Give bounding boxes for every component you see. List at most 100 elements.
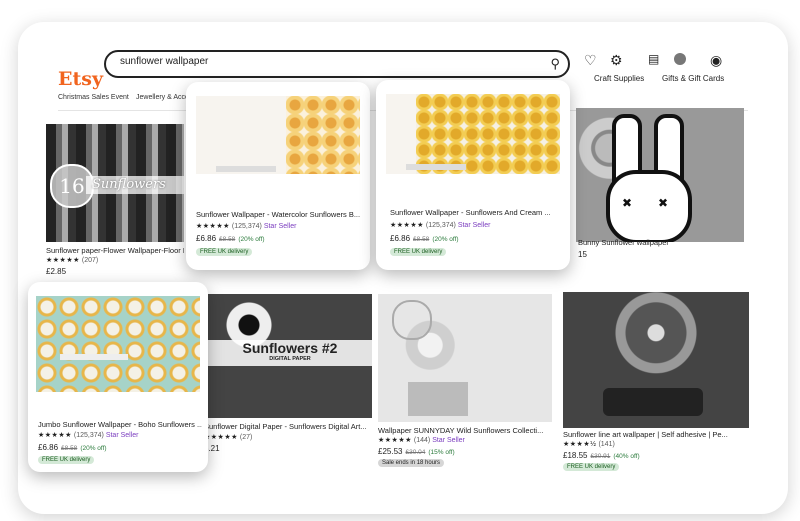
- price-original: £8.58: [61, 445, 78, 452]
- review-count: (125,374): [73, 432, 104, 439]
- category-christmas-sales[interactable]: Christmas Sales Event: [58, 94, 129, 101]
- review-count: (125,374): [231, 223, 262, 230]
- product-title[interactable]: Jumbo Sunflower Wallpaper - Boho Sunflow…: [38, 420, 202, 429]
- product-overlay: Sunflowers #2 DIGITAL PAPER: [208, 340, 372, 366]
- product-rating: ★★★★½ (141): [563, 440, 615, 448]
- shelf: [60, 354, 128, 360]
- sale-badge: Sale ends in 18 hours: [378, 459, 445, 467]
- free-delivery-badge: FREE UK delivery: [38, 456, 95, 464]
- product-rating: ★★★★★ (125,374) Star Seller: [390, 221, 491, 229]
- product-title[interactable]: Sunflower Digital Paper - Sunflowers Dig…: [204, 422, 372, 431]
- product-image[interactable]: 16 Sunflowers: [46, 124, 184, 242]
- floor: [386, 174, 560, 202]
- free-delivery-badge: FREE UK delivery: [390, 248, 447, 256]
- product-title[interactable]: Sunflower paper-Flower Wallpaper-Floor P…: [46, 246, 184, 255]
- bunny-eye: ✖: [622, 196, 633, 210]
- review-count: (144): [413, 437, 431, 444]
- product-title[interactable]: Sunflower Wallpaper - Sunflowers And Cre…: [390, 208, 560, 217]
- product-image[interactable]: [36, 296, 200, 416]
- price-original: £8.58: [219, 236, 236, 243]
- shelf: [406, 164, 466, 170]
- bunny-eye: ✖: [658, 196, 669, 210]
- free-delivery-badge: FREE UK delivery: [563, 463, 620, 471]
- price-current: £6.86: [196, 234, 217, 243]
- product-image[interactable]: Sunflowers #2 DIGITAL PAPER: [208, 294, 372, 418]
- search-input[interactable]: sunflower wallpaper ⚲: [104, 50, 570, 78]
- product-card-watercolor[interactable]: Sunflower Wallpaper - Watercolor Sunflow…: [186, 82, 370, 270]
- star-seller-label: Star Seller: [432, 437, 465, 444]
- product-image[interactable]: ✖ ✖: [576, 108, 744, 242]
- product-image[interactable]: [378, 294, 552, 422]
- wall-mirror: [392, 300, 432, 340]
- star-seller-label: Star Seller: [263, 223, 297, 230]
- room-furniture: [408, 382, 468, 416]
- product-price: £2.85: [46, 267, 67, 276]
- product-overlay-text: Sunflowers #2: [242, 340, 338, 356]
- cart-icon[interactable]: ◉: [710, 52, 722, 69]
- search-icon[interactable]: ⚲: [550, 56, 560, 72]
- rating-stars: ★★★★★: [38, 432, 72, 439]
- review-count: (207): [81, 257, 99, 264]
- price-discount: (20% off): [238, 236, 265, 243]
- product-rating: ★★★★★ (207): [46, 256, 98, 264]
- price-current: £25.53: [378, 447, 403, 456]
- price-current: £6.86: [390, 234, 411, 243]
- wallpaper-pattern: [36, 296, 200, 392]
- category-jewellery[interactable]: Jewellery & Acce: [136, 94, 189, 101]
- bunny-face: ✖ ✖: [606, 170, 692, 242]
- avatar[interactable]: [674, 53, 686, 65]
- product-overlay-text: Sunflowers: [86, 176, 184, 194]
- room-sofa: [603, 388, 703, 416]
- rating-stars: ★★★★½: [563, 441, 597, 448]
- shelf: [216, 166, 276, 172]
- floor: [36, 392, 200, 416]
- price-current: £6.86: [38, 443, 59, 452]
- price-discount: (20% off): [432, 236, 459, 243]
- product-price: £6.86 £8.58 (20% off): [196, 234, 265, 243]
- product-title[interactable]: Wallpaper SUNNYDAY Wild Sunflowers Colle…: [378, 426, 552, 435]
- star-seller-label: Star Seller: [105, 432, 139, 439]
- etsy-logo[interactable]: Etsy: [58, 68, 103, 90]
- product-image[interactable]: [196, 96, 360, 204]
- price-original: £30.04: [405, 449, 426, 456]
- product-rating: ★★★★★ (125,374) Star Seller: [38, 431, 139, 439]
- product-card-cream[interactable]: Sunflower Wallpaper - Sunflowers And Cre…: [376, 80, 570, 270]
- bell-icon[interactable]: ⚙: [610, 52, 623, 69]
- search-value: sunflower wallpaper: [120, 56, 209, 67]
- product-title[interactable]: Sunflower Wallpaper - Watercolor Sunflow…: [196, 210, 360, 219]
- star-seller-label: Star Seller: [457, 222, 491, 229]
- rating-stars: ★★★★★: [390, 222, 424, 229]
- rating-stars: ★★★★★: [196, 223, 230, 230]
- product-image[interactable]: [563, 292, 749, 428]
- nav-gifts[interactable]: Gifts & Gift Cards: [662, 74, 724, 83]
- price-discount: (15% off): [428, 449, 455, 456]
- price-original: £8.58: [413, 236, 430, 243]
- review-count: (141): [598, 441, 615, 448]
- price-current: £18.55: [563, 451, 588, 460]
- product-price: £6.86 £8.58 (20% off): [38, 443, 107, 452]
- product-price: 15: [578, 250, 587, 259]
- rating-stars: ★★★★★: [378, 437, 412, 444]
- product-rating: ★★★★★ (27): [204, 433, 252, 441]
- product-title[interactable]: Bunny Sunflower wallpaper: [578, 238, 738, 247]
- rating-stars: ★★★★★: [46, 257, 80, 264]
- product-card-jumbo[interactable]: Jumbo Sunflower Wallpaper - Boho Sunflow…: [28, 282, 208, 472]
- heart-icon[interactable]: ♡: [584, 52, 597, 69]
- screenshot-stage: Etsy sunflower wallpaper ⚲ ♡ ⚙ ▤ ◉ Craft…: [0, 0, 800, 521]
- rating-stars: ★★★★★: [204, 434, 238, 441]
- product-price: £25.53 £30.04 (15% off): [378, 447, 455, 456]
- product-rating: ★★★★★ (125,374) Star Seller: [196, 222, 297, 230]
- product-rating: ★★★★★ (144) Star Seller: [378, 436, 465, 444]
- product-price: £18.55 £30.91 (40% off): [563, 451, 640, 460]
- gift-icon[interactable]: ▤: [648, 52, 659, 66]
- price-original: £30.91: [590, 453, 611, 460]
- review-count: (27): [239, 434, 253, 441]
- product-price: £6.86 £8.58 (20% off): [390, 234, 459, 243]
- price-discount: (20% off): [80, 445, 107, 452]
- floor: [196, 174, 360, 204]
- price-discount: (40% off): [613, 453, 640, 460]
- product-image[interactable]: [386, 94, 560, 202]
- review-count: (125,374): [425, 222, 456, 229]
- nav-craft-supplies[interactable]: Craft Supplies: [594, 74, 644, 83]
- product-title[interactable]: Sunflower line art wallpaper | Self adhe…: [563, 430, 749, 439]
